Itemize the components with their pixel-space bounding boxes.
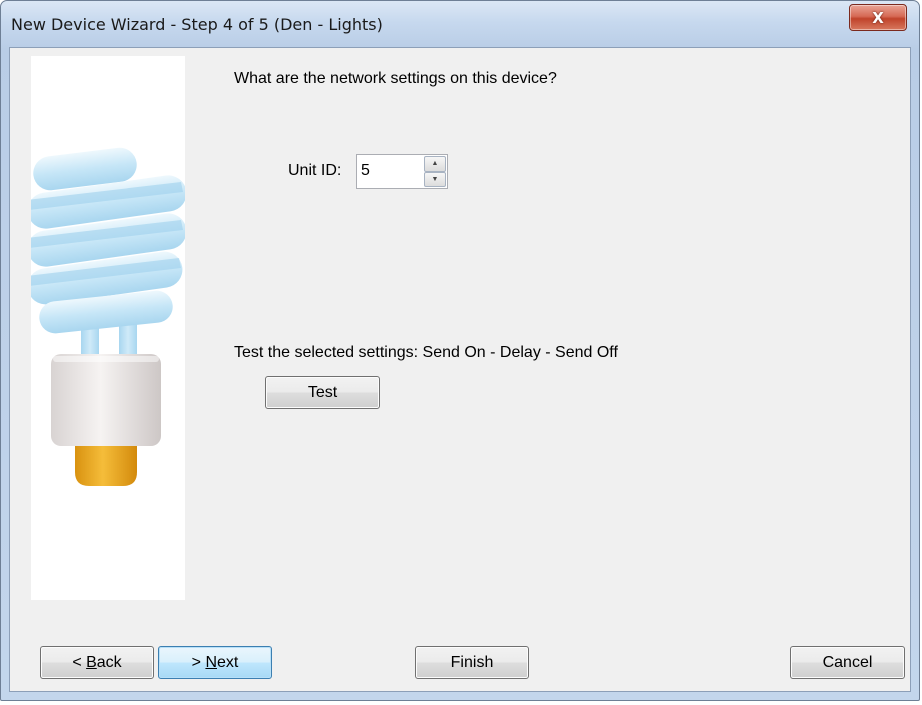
wizard-window: New Device Wizard - Step 4 of 5 (Den - L… (0, 0, 920, 701)
back-prefix: < (72, 653, 87, 671)
spinner-buttons: ▲ ▼ (424, 156, 446, 187)
cancel-button[interactable]: Cancel (790, 646, 905, 679)
wizard-content: What are the network settings on this de… (9, 47, 911, 692)
unit-id-value[interactable]: 5 (361, 162, 370, 180)
unit-id-label: Unit ID: (288, 162, 342, 179)
finish-button[interactable]: Finish (415, 646, 529, 679)
next-prefix: > (191, 653, 206, 671)
window-title: New Device Wizard - Step 4 of 5 (Den - L… (11, 15, 383, 34)
next-mnemonic: N (205, 653, 217, 671)
spin-up-icon[interactable]: ▲ (424, 156, 446, 172)
side-image-panel (31, 56, 185, 600)
unit-id-spinner[interactable]: 5 ▲ ▼ (356, 154, 448, 189)
test-settings-label: Test the selected settings: Send On - De… (234, 344, 618, 361)
close-button[interactable]: X (849, 4, 907, 31)
next-rest: ext (217, 653, 239, 671)
back-button[interactable]: < Back (40, 646, 154, 679)
close-icon: X (872, 8, 884, 27)
cfl-bulb-icon (31, 147, 185, 486)
test-button[interactable]: Test (265, 376, 380, 409)
back-mnemonic: B (86, 653, 97, 671)
spin-down-icon[interactable]: ▼ (424, 171, 446, 187)
next-button[interactable]: > Next (158, 646, 272, 679)
network-settings-question: What are the network settings on this de… (234, 70, 557, 87)
back-rest: ack (96, 653, 122, 671)
title-bar[interactable]: New Device Wizard - Step 4 of 5 (Den - L… (1, 1, 919, 47)
